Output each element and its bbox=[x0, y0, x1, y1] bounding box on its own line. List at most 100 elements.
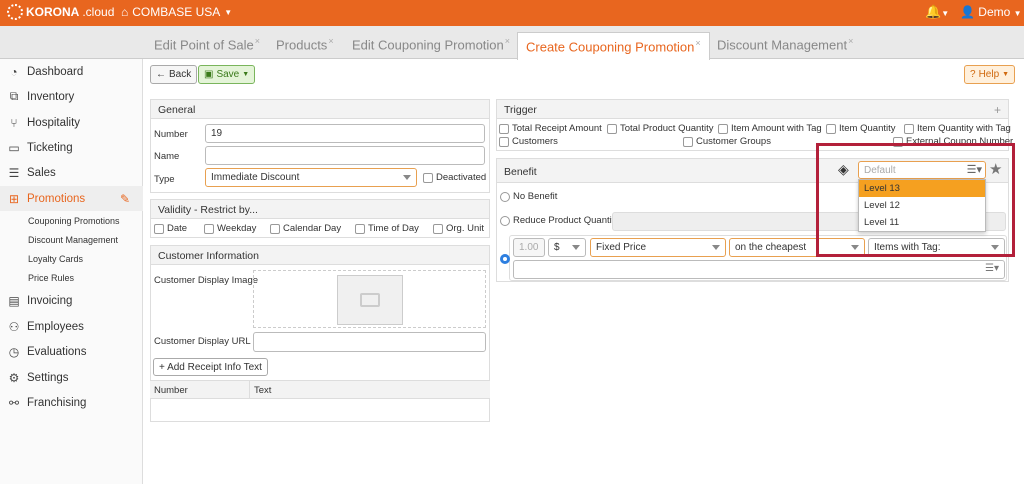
checkbox-box[interactable] bbox=[826, 123, 836, 134]
close-icon[interactable]: × bbox=[328, 36, 333, 46]
sidebar-item-employees[interactable]: ⚇ Employees bbox=[0, 314, 143, 339]
sidebar-item-settings[interactable]: ⚙ Settings bbox=[0, 365, 143, 390]
tab-edit-couponing-promotion[interactable]: Edit Couponing Promotion× bbox=[352, 36, 510, 52]
checkbox-box[interactable] bbox=[154, 223, 164, 234]
close-icon[interactable]: × bbox=[505, 36, 510, 46]
sidebar-item-label: Promotions bbox=[27, 192, 86, 205]
discount-rule-radio[interactable] bbox=[500, 254, 510, 264]
radio-dot-selected[interactable] bbox=[500, 254, 510, 264]
close-icon[interactable]: × bbox=[255, 36, 260, 46]
trigger-item-amount-with-tag-checkbox[interactable]: Item Amount with Tag bbox=[718, 123, 822, 134]
tag-list-field[interactable]: ☰▾ bbox=[513, 260, 1005, 279]
checkbox-box[interactable] bbox=[433, 223, 443, 234]
radio-dot[interactable] bbox=[500, 191, 510, 202]
trigger-option-label: Customer Groups bbox=[696, 136, 771, 147]
customer-display-url-field[interactable] bbox=[253, 332, 486, 352]
name-field[interactable] bbox=[205, 146, 485, 165]
checkbox-box[interactable] bbox=[683, 136, 693, 147]
trigger-title: Trigger + bbox=[497, 100, 1008, 119]
save-button[interactable]: ▣ Save ▼ bbox=[198, 65, 256, 84]
add-receipt-info-text-button[interactable]: + Add Receipt Info Text bbox=[153, 358, 268, 376]
pencil-icon[interactable]: ✎ bbox=[120, 192, 130, 206]
price-type-select[interactable]: Fixed Price bbox=[590, 238, 726, 257]
validity-date-checkbox[interactable]: Date bbox=[154, 223, 187, 234]
trigger-total-receipt-amount-checkbox[interactable]: Total Receipt Amount bbox=[499, 123, 602, 134]
column-number[interactable]: Number bbox=[154, 385, 188, 396]
validity-org-unit-checkbox[interactable]: Org. Unit bbox=[433, 223, 484, 234]
checkbox-box[interactable] bbox=[607, 123, 617, 134]
sidebar-item-hospitality[interactable]: ⑂ Hospitality bbox=[0, 110, 143, 135]
validity-option-label: Calendar Day bbox=[283, 223, 342, 234]
chevron-down-icon: ▼ bbox=[1013, 9, 1022, 18]
tab-products[interactable]: Products× bbox=[276, 36, 334, 52]
sidebar-item-ticketing[interactable]: ▭ Ticketing bbox=[0, 135, 143, 160]
sidebar-subitem-discount-management[interactable]: Discount Management bbox=[0, 230, 143, 249]
sidebar-item-dashboard[interactable]: ◔ Dashboard bbox=[0, 59, 143, 84]
sidebar-subitem-loyalty-cards[interactable]: Loyalty Cards bbox=[0, 249, 143, 268]
sidebar-item-promotions[interactable]: ⊞ Promotions ✎ bbox=[0, 186, 143, 211]
checkbox-box[interactable] bbox=[423, 172, 433, 183]
trigger-total-product-quantity-checkbox[interactable]: Total Product Quantity bbox=[607, 123, 713, 134]
trigger-customers-checkbox[interactable]: Customers bbox=[499, 136, 558, 147]
validity-weekday-checkbox[interactable]: Weekday bbox=[204, 223, 256, 234]
amount-field[interactable]: 1.00 bbox=[513, 238, 545, 257]
brand-name: KORONA bbox=[26, 5, 80, 19]
currency-select[interactable]: $ bbox=[548, 238, 586, 257]
customer-display-image-label: Customer Display Image bbox=[154, 275, 259, 286]
handshake-icon: ⚯ bbox=[8, 395, 20, 410]
company-selector[interactable]: ⌂ COMBASE USA ▼ bbox=[121, 5, 232, 19]
radio-dot[interactable] bbox=[500, 215, 510, 226]
validity-time-of-day-checkbox[interactable]: Time of Day bbox=[355, 223, 419, 234]
sidebar-subitem-price-rules[interactable]: Price Rules bbox=[0, 268, 143, 287]
checkbox-box[interactable] bbox=[718, 123, 728, 134]
reduce-product-quantity-radio[interactable]: Reduce Product Quantity bbox=[500, 215, 619, 226]
sidebar-subitem-couponing-promotions[interactable]: Couponing Promotions bbox=[0, 211, 143, 230]
column-text[interactable]: Text bbox=[254, 385, 271, 396]
trigger-option-label: Total Product Quantity bbox=[620, 123, 714, 134]
trigger-customer-groups-checkbox[interactable]: Customer Groups bbox=[683, 136, 771, 147]
deactivated-checkbox[interactable]: Deactivated bbox=[423, 172, 486, 183]
user-menu[interactable]: 👤 Demo ▼ bbox=[960, 5, 1022, 19]
inventory-icon: ⧉ bbox=[9, 89, 19, 103]
list-icon[interactable]: ☰▾ bbox=[985, 263, 999, 274]
deactivated-label: Deactivated bbox=[436, 172, 487, 183]
help-button[interactable]: ? Help ▼ bbox=[964, 65, 1016, 84]
plus-icon[interactable]: + bbox=[994, 103, 1001, 117]
sidebar-item-franchising[interactable]: ⚯ Franchising bbox=[0, 390, 143, 415]
type-select[interactable]: Immediate Discount bbox=[205, 168, 417, 187]
checkbox-box[interactable] bbox=[204, 223, 214, 234]
back-button[interactable]: ← Back bbox=[150, 65, 198, 84]
number-field[interactable]: 19 bbox=[205, 124, 485, 143]
trigger-item-quantity-checkbox[interactable]: Item Quantity bbox=[826, 123, 896, 134]
checkbox-box[interactable] bbox=[355, 223, 365, 234]
validity-calendar-day-checkbox[interactable]: Calendar Day bbox=[270, 223, 341, 234]
close-icon[interactable]: × bbox=[695, 38, 700, 48]
checkbox-box[interactable] bbox=[499, 136, 509, 147]
tab-create-couponing-promotion[interactable]: Create Couponing Promotion× bbox=[517, 32, 710, 60]
chevron-down-icon: ▼ bbox=[941, 9, 950, 18]
notifications-button[interactable]: 🔔▼ bbox=[925, 4, 949, 20]
type-value: Immediate Discount bbox=[211, 172, 300, 183]
validity-option-label: Time of Day bbox=[368, 223, 419, 234]
tab-discount-management[interactable]: Discount Management× bbox=[717, 36, 853, 52]
question-icon: ? bbox=[970, 69, 976, 80]
chevron-down-icon: ▼ bbox=[242, 71, 250, 78]
gear-icon: ⚙ bbox=[8, 370, 20, 385]
no-benefit-radio[interactable]: No Benefit bbox=[500, 191, 557, 202]
sidebar-item-sales[interactable]: ☰ Sales bbox=[0, 160, 143, 185]
back-label: Back bbox=[169, 69, 192, 80]
top-bar: KORONA .cloud ⌂ COMBASE USA ▼ 🔔▼ 👤 Demo ▼ bbox=[0, 0, 1024, 26]
close-icon[interactable]: × bbox=[848, 36, 853, 46]
app-logo[interactable]: KORONA .cloud bbox=[7, 4, 114, 20]
sidebar-item-inventory[interactable]: ⧉ Inventory bbox=[0, 84, 143, 109]
trigger-option-label: Item Amount with Tag bbox=[731, 123, 822, 134]
checkbox-box[interactable] bbox=[270, 223, 280, 234]
checkbox-box[interactable] bbox=[499, 123, 509, 134]
checkbox-box[interactable] bbox=[904, 123, 914, 134]
number-label: Number bbox=[154, 129, 188, 140]
sidebar-item-invoicing[interactable]: ▤ Invoicing bbox=[0, 288, 143, 313]
sidebar-item-evaluations[interactable]: ◷ Evaluations bbox=[0, 339, 143, 364]
tab-edit-point-of-sale[interactable]: Edit Point of Sale× bbox=[154, 36, 260, 52]
help-label: Help bbox=[978, 69, 1000, 80]
trigger-item-quantity-with-tag-checkbox[interactable]: Item Quantity with Tag bbox=[904, 123, 1011, 134]
